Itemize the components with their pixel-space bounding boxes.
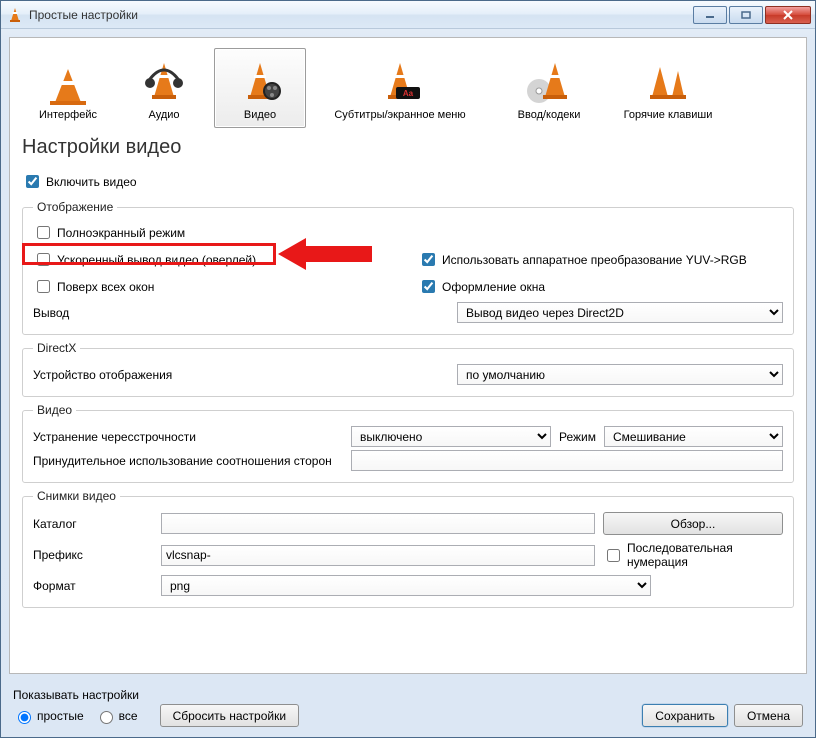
directx-legend: DirectX bbox=[33, 341, 80, 355]
overlay-checkbox[interactable] bbox=[37, 253, 50, 266]
enable-video-checkbox[interactable] bbox=[26, 175, 39, 188]
snapshot-format-label: Формат bbox=[33, 579, 153, 593]
cone-headphones-icon bbox=[140, 57, 188, 105]
sequential-label: Последовательная нумерация bbox=[627, 541, 783, 569]
force-ar-label: Принудительное использование соотношения… bbox=[33, 454, 343, 468]
all-radio-label: все bbox=[119, 709, 138, 723]
tab-subtitles[interactable]: Aa Субтитры/экранное меню bbox=[310, 48, 490, 128]
snapshot-dir-input[interactable] bbox=[161, 513, 595, 534]
simple-radio[interactable] bbox=[18, 711, 31, 724]
video-group: Видео Устранение чересстрочности выключе… bbox=[22, 403, 794, 483]
show-settings-label: Показывать настройки bbox=[13, 688, 642, 702]
window-buttons bbox=[693, 6, 811, 24]
snapshots-legend: Снимки видео bbox=[33, 489, 120, 503]
snapshot-prefix-label: Префикс bbox=[33, 548, 153, 562]
simple-radio-label: простые bbox=[37, 709, 84, 723]
titlebar: Простые настройки bbox=[1, 1, 815, 29]
display-device-select[interactable]: по умолчанию bbox=[457, 364, 783, 385]
window-deco-label: Оформление окна bbox=[442, 280, 545, 294]
fullscreen-label: Полноэкранный режим bbox=[57, 226, 185, 240]
deinterlace-label: Устранение чересстрочности bbox=[33, 430, 343, 444]
on-top-label: Поверх всех окон bbox=[57, 280, 154, 294]
category-tabs: Интерфейс Аудио Видео Aa Субтитры/экранн… bbox=[22, 48, 794, 128]
display-group: Отображение Полноэкранный режим Ускоренн… bbox=[22, 200, 794, 335]
fullscreen-checkbox[interactable] bbox=[37, 226, 50, 239]
tab-audio[interactable]: Аудио bbox=[118, 48, 210, 128]
maximize-button[interactable] bbox=[729, 6, 763, 24]
reset-button[interactable]: Сбросить настройки bbox=[160, 704, 299, 727]
tab-interface[interactable]: Интерфейс bbox=[22, 48, 114, 128]
deinterlace-mode-select[interactable]: Смешивание bbox=[604, 426, 783, 447]
browse-button[interactable]: Обзор... bbox=[603, 512, 783, 535]
sequential-checkbox[interactable] bbox=[607, 549, 620, 562]
cone-icon bbox=[44, 57, 92, 105]
cone-film-icon bbox=[236, 57, 284, 105]
display-legend: Отображение bbox=[33, 200, 117, 214]
force-ar-input[interactable] bbox=[351, 450, 783, 471]
overlay-label: Ускоренный вывод видео (оверлей) bbox=[57, 253, 256, 267]
preferences-window: Простые настройки Интерфейс Аудио bbox=[0, 0, 816, 738]
snapshots-group: Снимки видео Каталог Обзор... Префикс По… bbox=[22, 489, 794, 608]
display-device-label: Устройство отображения bbox=[33, 368, 183, 382]
tab-video[interactable]: Видео bbox=[214, 48, 306, 128]
save-button[interactable]: Сохранить bbox=[642, 704, 728, 727]
snapshot-dir-label: Каталог bbox=[33, 517, 153, 531]
window-deco-checkbox[interactable] bbox=[422, 280, 435, 293]
on-top-checkbox[interactable] bbox=[37, 280, 50, 293]
enable-video-row: Включить видео bbox=[22, 172, 794, 191]
output-label: Вывод bbox=[33, 306, 93, 320]
tab-input-codecs[interactable]: Ввод/кодеки bbox=[494, 48, 604, 128]
page-title: Настройки видео bbox=[22, 136, 794, 159]
window-title: Простые настройки bbox=[29, 8, 693, 22]
deinterlace-select[interactable]: выключено bbox=[351, 426, 551, 447]
enable-video-label: Включить видео bbox=[46, 175, 137, 189]
footer: Показывать настройки простые все Сбросит… bbox=[1, 682, 815, 737]
output-select[interactable]: Вывод видео через Direct2D bbox=[457, 302, 783, 323]
video-legend: Видео bbox=[33, 403, 76, 417]
deinterlace-mode-label: Режим bbox=[559, 430, 596, 444]
cancel-button[interactable]: Отмена bbox=[734, 704, 803, 727]
snapshot-format-select[interactable]: png bbox=[161, 575, 651, 596]
svg-text:Aa: Aa bbox=[403, 89, 414, 98]
content-area: Интерфейс Аудио Видео Aa Субтитры/экранн… bbox=[9, 37, 807, 674]
minimize-button[interactable] bbox=[693, 6, 727, 24]
directx-group: DirectX Устройство отображения по умолча… bbox=[22, 341, 794, 397]
tab-hotkeys[interactable]: Горячие клавиши bbox=[608, 48, 728, 128]
hw-yuv-checkbox[interactable] bbox=[422, 253, 435, 266]
close-button[interactable] bbox=[765, 6, 811, 24]
cone-subtitle-icon: Aa bbox=[376, 57, 424, 105]
all-radio[interactable] bbox=[100, 711, 113, 724]
snapshot-prefix-input[interactable] bbox=[161, 545, 595, 566]
cone-disc-icon bbox=[525, 57, 573, 105]
vlc-app-icon bbox=[7, 7, 23, 23]
hw-yuv-label: Использовать аппаратное преобразование Y… bbox=[442, 253, 747, 267]
cone-pair-icon bbox=[644, 57, 692, 105]
